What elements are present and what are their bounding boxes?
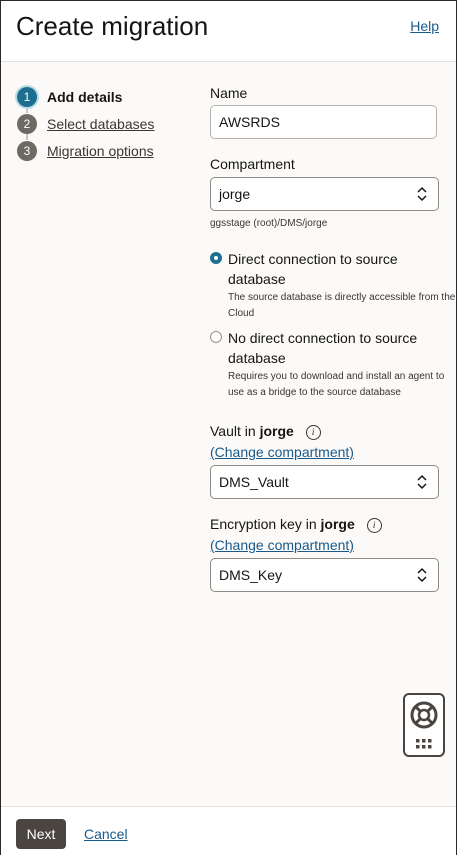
lifebuoy-icon (410, 701, 438, 749)
vault-change-compartment-link[interactable]: (Change compartment) (210, 444, 354, 460)
step-select-databases[interactable]: 2 Select databases (17, 110, 154, 137)
vault-value: DMS_Vault (219, 474, 289, 490)
page-header: Create migration Help (1, 1, 456, 62)
grid-icon (416, 739, 432, 749)
chevron-updown-icon (417, 567, 427, 583)
page-title: Create migration (16, 11, 209, 41)
info-icon[interactable]: i (366, 517, 382, 533)
cancel-link[interactable]: Cancel (84, 826, 128, 842)
encryption-key-value: DMS_Key (219, 567, 283, 583)
encryption-key-change-compartment-link[interactable]: (Change compartment) (210, 537, 354, 553)
direct-connection-label: Direct connection to source database (228, 251, 398, 287)
vault-compartment-name: jorge (259, 423, 294, 439)
compartment-path: ggsstage (root)/DMS/jorge (210, 218, 328, 229)
encryption-key-compartment-name: jorge (320, 516, 355, 532)
step-number: 1 (17, 86, 37, 107)
direct-connection-description: The source database is directly accessib… (228, 292, 456, 319)
compartment-value: jorge (219, 186, 251, 202)
wizard-steps: 1 Add details 2 Select databases 3 Migra… (17, 83, 154, 164)
page-footer: Next Cancel (1, 806, 456, 855)
help-link[interactable]: Help (410, 18, 439, 34)
name-input[interactable]: AWSRDS (210, 105, 437, 139)
info-icon[interactable]: i (305, 424, 321, 440)
encryption-key-label: Encryption key in jorge i (210, 516, 382, 533)
chevron-updown-icon (417, 474, 427, 490)
encryption-key-select[interactable]: DMS_Key (210, 558, 439, 592)
no-direct-connection-option[interactable]: No direct connection to source database … (210, 328, 457, 402)
vault-label: Vault in jorge i (210, 423, 321, 440)
chevron-updown-icon (417, 186, 427, 202)
no-direct-connection-radio[interactable] (210, 331, 222, 343)
step-label: Select databases (47, 115, 155, 132)
name-label: Name (210, 85, 248, 101)
direct-connection-radio[interactable] (210, 252, 222, 264)
next-button[interactable]: Next (16, 819, 66, 849)
compartment-label: Compartment (210, 156, 295, 172)
step-add-details[interactable]: 1 Add details (17, 83, 154, 110)
step-number: 3 (17, 140, 37, 161)
dialog-panel: Create migration Help 1 Add details 2 Se… (0, 0, 457, 855)
direct-connection-option[interactable]: Direct connection to source database The… (210, 249, 457, 321)
name-value: AWSRDS (219, 114, 280, 130)
help-widget[interactable] (403, 693, 445, 757)
no-direct-connection-label: No direct connection to source database (228, 330, 418, 366)
vault-select[interactable]: DMS_Vault (210, 465, 439, 499)
step-label: Migration options (47, 142, 154, 159)
step-number: 2 (17, 113, 37, 134)
no-direct-connection-description: Requires you to download and install an … (228, 371, 445, 398)
compartment-select[interactable]: jorge (210, 177, 439, 211)
step-label: Add details (47, 88, 123, 105)
step-migration-options[interactable]: 3 Migration options (17, 137, 154, 164)
